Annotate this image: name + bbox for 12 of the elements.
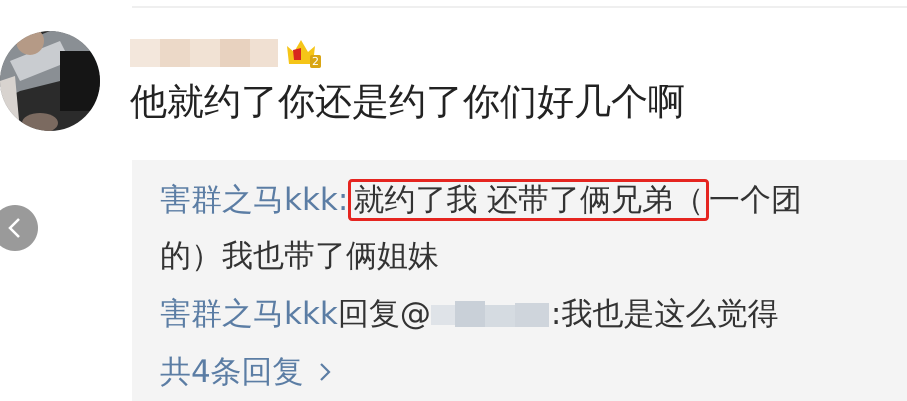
back-button[interactable] <box>0 205 38 251</box>
chevron-right-icon <box>318 361 332 383</box>
reply-text: :我也是这么觉得 <box>550 295 778 334</box>
level-badge: 2 <box>310 54 321 68</box>
reply-label: 回复@ <box>338 295 431 334</box>
more-replies-link[interactable]: 共4条回复 <box>160 344 332 400</box>
reply-text: 害群之马kkk: 就约了我 还带了俩兄弟（ 一个团的）我也带了俩姐妹 <box>160 172 857 284</box>
author-link[interactable]: 害群之马kkk <box>160 286 338 342</box>
author-link[interactable]: 害群之马kkk: <box>160 182 348 218</box>
comment-text: 他就约了你还是约了你们好几个啊 <box>130 79 685 125</box>
chevron-left-icon <box>7 217 23 239</box>
highlight-frame: 就约了我 还带了俩兄弟（ <box>348 179 710 221</box>
